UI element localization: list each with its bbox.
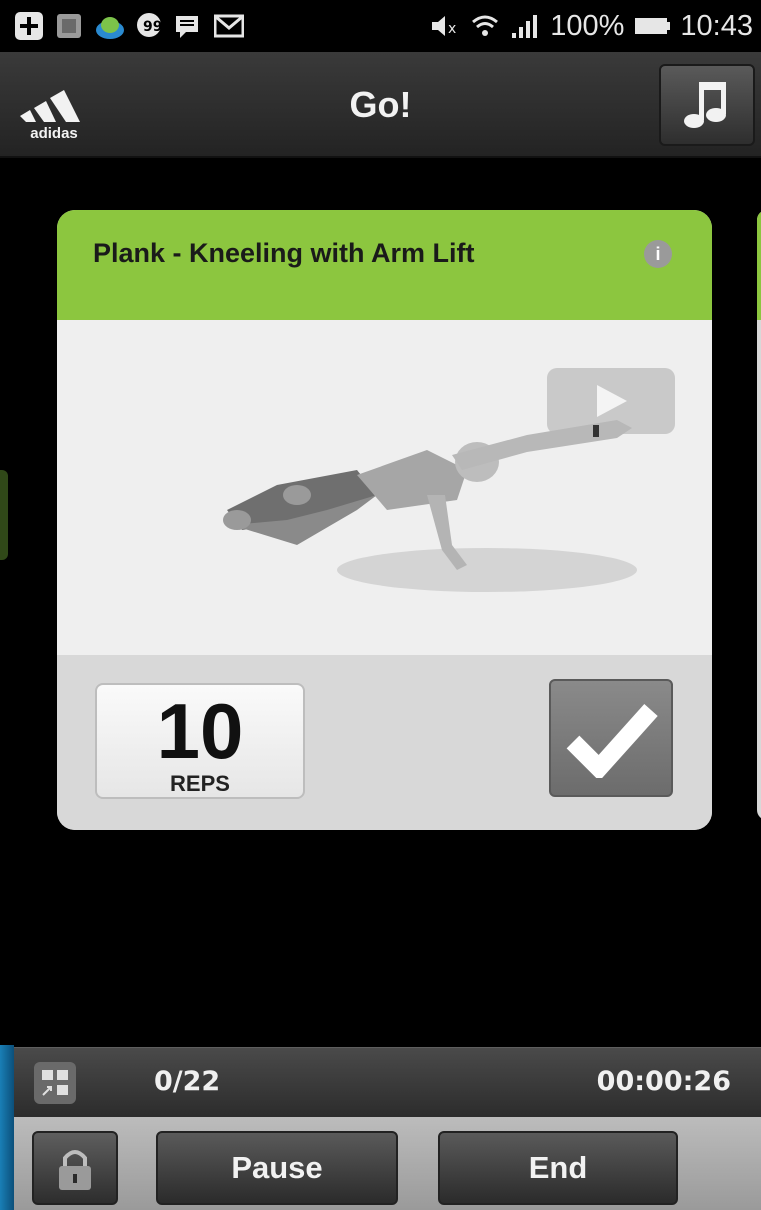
exercise-progress-count: 0/22 xyxy=(154,1066,221,1097)
adidas-wordmark: adidas xyxy=(30,125,78,142)
exercise-card: Plank - Kneeling with Arm Lift i 10 REPS xyxy=(57,210,712,830)
previous-card-edge xyxy=(0,470,8,560)
gmail-icon xyxy=(214,11,244,41)
hangouts-icon: 99 xyxy=(134,11,164,41)
exercise-illustration xyxy=(57,320,712,655)
workout-controls: Pause End xyxy=(14,1117,761,1210)
chat-icon xyxy=(174,11,204,41)
battery-percent: 100% xyxy=(550,9,625,42)
music-note-icon xyxy=(684,82,726,128)
next-exercise-card-header xyxy=(757,210,761,320)
svg-text:99: 99 xyxy=(143,19,162,35)
mute-icon: x xyxy=(430,11,460,41)
exercise-card-header: Plank - Kneeling with Arm Lift i xyxy=(57,210,712,320)
plus-icon xyxy=(14,11,44,41)
signal-icon xyxy=(510,11,540,41)
play-video-button[interactable] xyxy=(547,368,675,434)
elapsed-timer: 00:00:26 xyxy=(596,1066,731,1097)
info-icon[interactable]: i xyxy=(644,240,672,268)
cloud-icon xyxy=(94,11,124,41)
exercise-card-footer: 10 REPS xyxy=(57,655,712,830)
reps-value: 10 xyxy=(156,687,244,775)
exercise-title: Plank - Kneeling with Arm Lift xyxy=(93,238,475,268)
play-icon xyxy=(597,385,627,417)
workout-progress-bar: 0/22 00:00:26 xyxy=(14,1047,761,1117)
lock-icon xyxy=(59,1150,91,1190)
background-edge xyxy=(0,1045,14,1210)
wifi-icon xyxy=(470,11,500,41)
battery-icon xyxy=(634,11,671,41)
end-button[interactable]: End xyxy=(438,1131,678,1205)
page-title: Go! xyxy=(349,84,412,125)
pause-button[interactable]: Pause xyxy=(156,1131,398,1205)
app-header: adidas Go! xyxy=(0,52,761,158)
clock: 10:43 xyxy=(680,9,753,42)
checkmark-icon xyxy=(566,703,658,778)
screen-icon xyxy=(54,11,84,41)
music-button[interactable] xyxy=(659,64,755,146)
lock-button[interactable] xyxy=(32,1131,118,1205)
svg-text:x: x xyxy=(448,21,456,37)
status-bar: 99 x 100% 10:43 xyxy=(0,0,761,52)
reps-label: REPS xyxy=(170,771,230,796)
complete-exercise-button[interactable] xyxy=(549,679,673,797)
reps-counter: 10 REPS xyxy=(95,683,305,799)
overview-grid-icon[interactable] xyxy=(34,1062,76,1104)
